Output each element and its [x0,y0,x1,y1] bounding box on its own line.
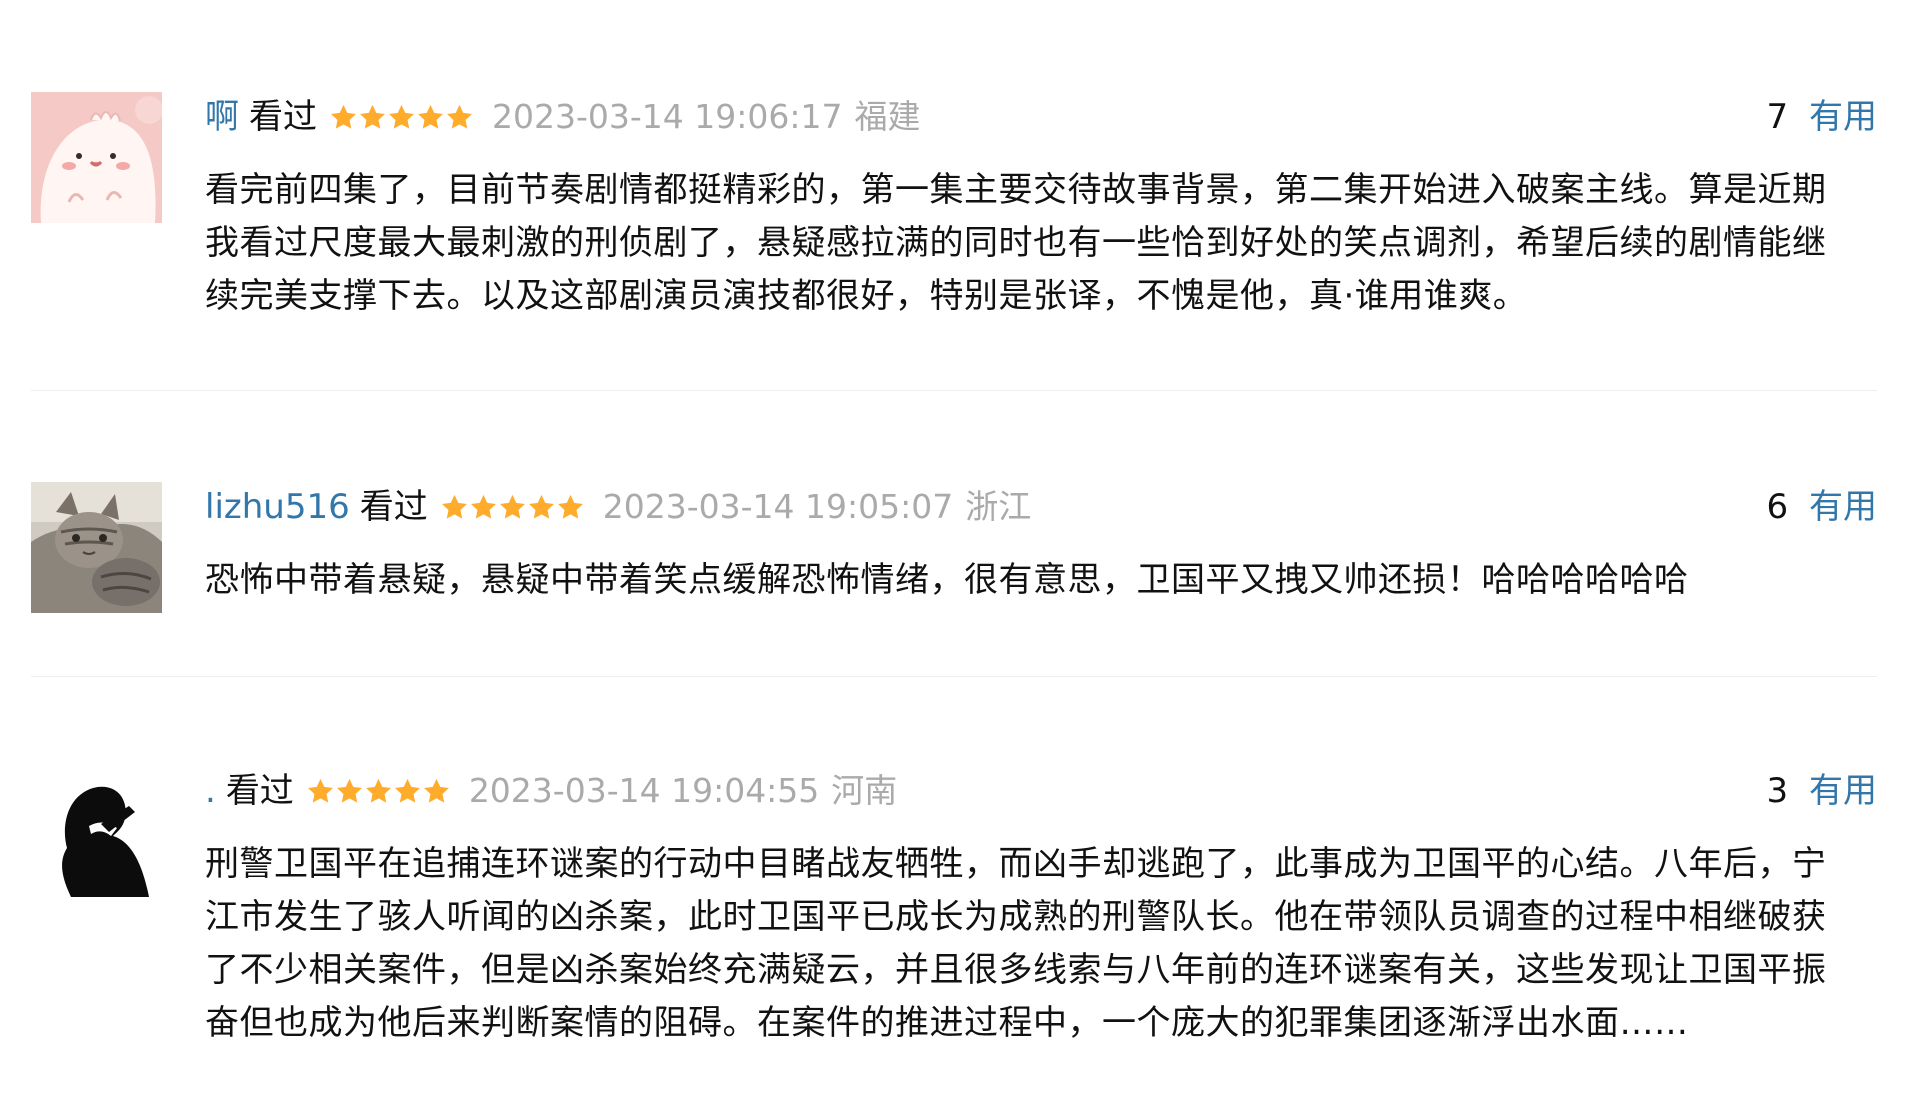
rating-stars [440,486,585,528]
silhouette-person-avatar-icon [31,766,162,897]
star-icon [527,493,556,522]
vote-count: 7 [1766,97,1789,137]
star-icon [422,777,451,806]
star-icon [335,777,364,806]
rating-stars [306,770,451,812]
star-icon [364,777,393,806]
star-icon [358,103,387,132]
star-icon [469,493,498,522]
comment-text: 刑警卫国平在追捕连环谜案的行动中目睹战友牺牲，而凶手却逃跑了，此事成为卫国平的心… [205,844,1827,1043]
star-icon [556,493,585,522]
useful-button[interactable]: 有用 [1809,97,1877,137]
comment-meta: . 看过 2023-03-14 19:04:55 河南 [205,770,897,812]
watched-label: 看过 [225,771,294,811]
watched-label: 看过 [249,97,317,137]
star-icon [445,103,474,132]
comment-meta: 啊 看过 2023-03-14 19:06:17 福建 [205,96,920,138]
star-icon [306,777,335,806]
avatar[interactable] [31,92,162,223]
star-icon [387,103,416,132]
vote-count: 3 [1766,771,1789,811]
comment-timestamp: 2023-03-14 19:05:07 [602,487,954,526]
comment-text: 恐怖中带着悬疑，悬疑中带着笑点缓解恐怖情绪，很有意思，卫国平又拽又帅还损！哈哈哈… [205,560,1689,600]
star-icon [498,493,527,522]
vote-area: 7 有用 [1767,96,1877,138]
star-icon [329,103,358,132]
tabby-cat-photo-avatar-icon [31,482,162,613]
vote-area: 3 有用 [1767,770,1877,812]
divider [31,676,1877,677]
star-icon [416,103,445,132]
vote-area: 6 有用 [1767,486,1877,528]
comment-meta: lizhu516 看过 2023-03-14 19:05:07 浙江 [205,486,1031,528]
comment-text: 看完前四集了，目前节奏剧情都挺精彩的，第一集主要交待故事背景，第二集开始进入破案… [205,170,1827,316]
star-icon [440,493,469,522]
comment-list: 啊 看过 2023-03-14 19:06:17 福建 7 有用 看完前四集了，… [0,0,1920,1102]
comment-location: 福建 [854,97,921,136]
username-link[interactable]: lizhu516 [205,486,350,528]
useful-button[interactable]: 有用 [1809,487,1877,527]
divider [31,390,1877,391]
comment-timestamp: 2023-03-14 19:04:55 [468,771,820,810]
avatar[interactable] [31,766,162,897]
vote-count: 6 [1766,487,1789,527]
username-link[interactable]: . [205,770,216,812]
pink-cartoon-creature-avatar-icon [31,92,162,223]
useful-button[interactable]: 有用 [1809,771,1877,811]
avatar[interactable] [31,482,162,613]
comment-location: 浙江 [965,487,1032,526]
comment-location: 河南 [831,771,898,810]
watched-label: 看过 [359,487,428,527]
rating-stars [329,96,474,138]
star-icon [393,777,422,806]
comment-timestamp: 2023-03-14 19:06:17 [492,97,843,136]
username-link[interactable]: 啊 [205,96,239,138]
